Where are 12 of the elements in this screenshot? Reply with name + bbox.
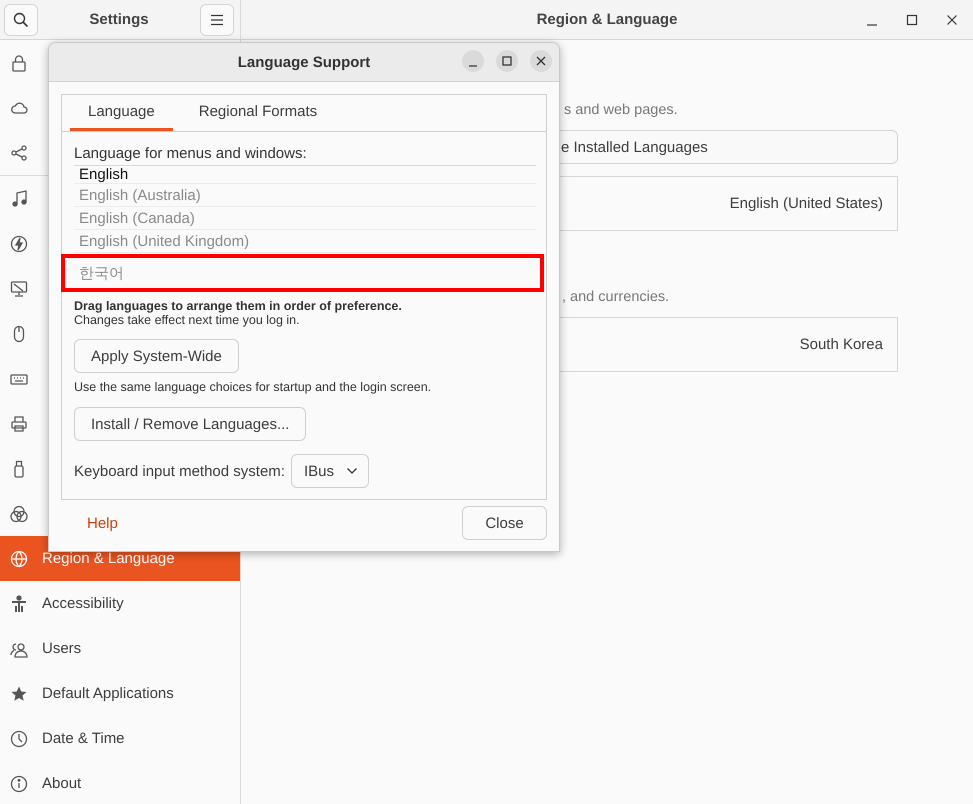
drag-note: Drag languages to arrange them in order of preference. — [74, 299, 402, 313]
window-title: Region & Language — [536, 11, 678, 28]
list-label: Language for menus and windows: — [74, 145, 307, 162]
description-text: s and web pages. — [563, 102, 679, 118]
language-value: English (United States) — [730, 195, 883, 212]
sidebar-title: Settings — [89, 11, 149, 28]
apply-note: Use the same language choices for startup and the login screen. — [74, 380, 432, 394]
formats-value: South Korea — [800, 336, 883, 353]
description-text: , and currencies. — [561, 289, 670, 305]
dialog-title: Language Support — [238, 54, 370, 70]
input-method-label: Keyboard input method system: — [74, 462, 285, 480]
effect-note: Changes take effect next time you log in. — [74, 313, 300, 327]
